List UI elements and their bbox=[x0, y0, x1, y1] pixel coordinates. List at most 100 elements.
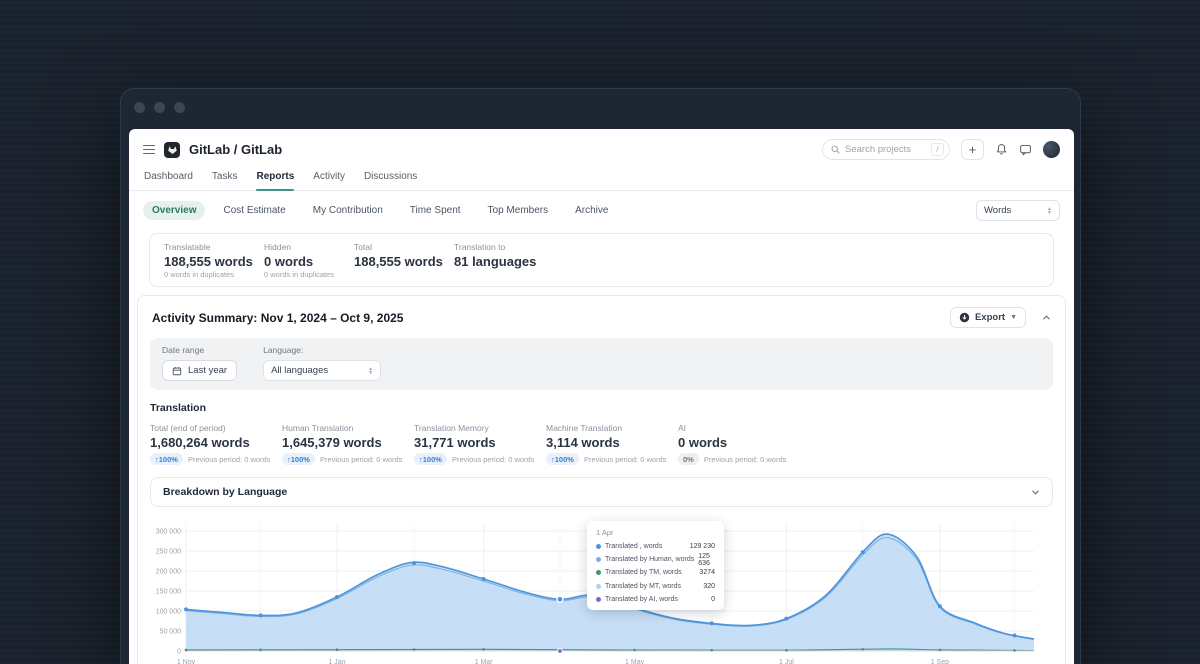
chevron-up-icon bbox=[1042, 313, 1051, 322]
search-input[interactable] bbox=[845, 144, 926, 155]
svg-text:150 000: 150 000 bbox=[156, 589, 181, 596]
activity-summary-title: Activity Summary: Nov 1, 2024 – Oct 9, 2… bbox=[152, 311, 403, 325]
nav-tab-reports[interactable]: Reports bbox=[256, 171, 294, 190]
report-tab-archive[interactable]: Archive bbox=[566, 201, 617, 220]
export-caret-icon: ▼ bbox=[1010, 314, 1017, 321]
svg-text:1 Sep: 1 Sep bbox=[931, 659, 949, 664]
export-button[interactable]: Export ▼ bbox=[950, 307, 1026, 328]
svg-text:0: 0 bbox=[177, 649, 181, 656]
export-download-icon bbox=[959, 312, 970, 323]
series-dot-icon bbox=[596, 597, 601, 602]
translation-stat-ai: AI 0 words 0% Previous period: 0 words bbox=[678, 423, 810, 465]
summary-stat-translation-to: Translation to 81 languages bbox=[454, 242, 554, 279]
activity-chart-area: 1 Nov1 Jan1 Mar1 May1 Jul1 Sep300 000250… bbox=[150, 515, 1053, 664]
svg-text:1 Jul: 1 Jul bbox=[779, 659, 794, 664]
report-tab-top-members[interactable]: Top Members bbox=[479, 201, 558, 220]
nav-tab-activity[interactable]: Activity bbox=[313, 171, 345, 190]
window-control-dot[interactable] bbox=[134, 102, 145, 113]
add-button[interactable]: + bbox=[961, 139, 984, 160]
svg-text:300 000: 300 000 bbox=[156, 529, 181, 536]
nav-tab-tasks[interactable]: Tasks bbox=[212, 171, 238, 190]
window-control-dot[interactable] bbox=[174, 102, 185, 113]
svg-text:100 000: 100 000 bbox=[156, 609, 181, 616]
project-nav-tabs: Dashboard Tasks Reports Activity Discussions bbox=[129, 164, 1074, 191]
language-label: Language: bbox=[263, 345, 381, 355]
window-control-dot[interactable] bbox=[154, 102, 165, 113]
select-caret-icon: ▲▼ bbox=[1047, 207, 1052, 215]
nav-tab-discussions[interactable]: Discussions bbox=[364, 171, 417, 190]
translation-stat-machine-translation: Machine Translation 3,114 words ↑100% Pr… bbox=[546, 423, 678, 465]
unit-select[interactable]: Words ▲▼ bbox=[976, 200, 1060, 221]
change-badge: ↑100% bbox=[414, 453, 447, 465]
change-badge: ↑100% bbox=[546, 453, 579, 465]
date-range-filter: Date range Last year bbox=[162, 345, 237, 381]
language-filter: Language: All languages ▲▼ bbox=[263, 345, 381, 381]
change-badge: 0% bbox=[678, 453, 699, 465]
svg-text:1 Jan: 1 Jan bbox=[328, 659, 345, 664]
search-icon bbox=[831, 145, 840, 154]
activity-summary-card: Activity Summary: Nov 1, 2024 – Oct 9, 2… bbox=[137, 295, 1066, 664]
notifications-button[interactable] bbox=[995, 143, 1008, 156]
report-tab-overview[interactable]: Overview bbox=[143, 201, 205, 220]
user-avatar[interactable] bbox=[1043, 141, 1060, 158]
report-tab-time-spent[interactable]: Time Spent bbox=[401, 201, 470, 220]
breakdown-by-language-toggle[interactable]: Breakdown by Language bbox=[150, 477, 1053, 507]
select-caret-icon: ▲▼ bbox=[368, 367, 373, 375]
tooltip-row: Translated by MT, words 320 bbox=[596, 580, 715, 593]
search-box[interactable]: / bbox=[822, 139, 950, 160]
date-range-value: Last year bbox=[188, 365, 227, 376]
gitlab-tanuki-icon bbox=[167, 144, 178, 155]
project-words-summary: Translatable 188,555 words 0 words in du… bbox=[149, 233, 1054, 287]
hamburger-menu-icon[interactable] bbox=[143, 145, 155, 154]
tooltip-row: Translated by Human, words 125 636 bbox=[596, 553, 715, 566]
app-header: GitLab / GitLab / + bbox=[129, 129, 1074, 164]
nav-tab-dashboard[interactable]: Dashboard bbox=[144, 171, 193, 190]
chevron-down-icon bbox=[1031, 488, 1040, 497]
series-dot-icon bbox=[596, 570, 601, 575]
window-controls bbox=[134, 102, 185, 113]
calendar-icon bbox=[172, 366, 182, 376]
report-tabs: Overview Cost Estimate My Contribution Time… bbox=[129, 191, 1074, 221]
translation-stat-total-end-of-period: Total (end of period) 1,680,264 words ↑1… bbox=[150, 423, 282, 465]
breakdown-label: Breakdown by Language bbox=[163, 486, 287, 498]
tooltip-row: Translated , words 129 230 bbox=[596, 540, 715, 553]
project-logo bbox=[164, 142, 180, 158]
chart-tooltip: 1 Apr Translated , words 129 230 Transla… bbox=[587, 521, 724, 610]
tooltip-row: Translated by TM, words 3274 bbox=[596, 566, 715, 579]
chat-icon bbox=[1019, 143, 1032, 156]
svg-text:1 Mar: 1 Mar bbox=[475, 659, 494, 664]
report-tab-my-contribution[interactable]: My Contribution bbox=[304, 201, 392, 220]
unit-select-value: Words bbox=[984, 205, 1011, 216]
date-range-label: Date range bbox=[162, 345, 237, 355]
summary-stat-total: Total 188,555 words bbox=[354, 242, 454, 279]
summary-stat-translatable: Translatable 188,555 words 0 words in du… bbox=[164, 242, 264, 279]
tooltip-date: 1 Apr bbox=[596, 528, 715, 537]
series-dot-icon bbox=[596, 544, 601, 549]
tooltip-row: Translated by AI, words 0 bbox=[596, 593, 715, 606]
svg-text:50 000: 50 000 bbox=[160, 629, 182, 636]
report-tab-cost-estimate[interactable]: Cost Estimate bbox=[214, 201, 294, 220]
date-range-button[interactable]: Last year bbox=[162, 360, 237, 381]
series-dot-icon bbox=[596, 557, 601, 562]
translation-stat-human-translation: Human Translation 1,645,379 words ↑100% … bbox=[282, 423, 414, 465]
svg-text:200 000: 200 000 bbox=[156, 569, 181, 576]
svg-text:1 May: 1 May bbox=[625, 659, 645, 664]
export-label: Export bbox=[975, 312, 1005, 323]
translation-section-label: Translation bbox=[150, 402, 1053, 414]
search-shortcut-hint: / bbox=[931, 143, 944, 156]
language-select-value: All languages bbox=[271, 365, 328, 376]
change-badge: ↑100% bbox=[150, 453, 183, 465]
app-panel: GitLab / GitLab / + bbox=[129, 129, 1074, 664]
svg-text:1 Nov: 1 Nov bbox=[177, 659, 196, 664]
change-badge: ↑100% bbox=[282, 453, 315, 465]
language-select[interactable]: All languages ▲▼ bbox=[263, 360, 381, 381]
translation-stats: Total (end of period) 1,680,264 words ↑1… bbox=[150, 423, 1053, 465]
series-dot-icon bbox=[596, 584, 601, 589]
collapse-section-button[interactable] bbox=[1042, 313, 1051, 322]
translation-stat-translation-memory: Translation Memory 31,771 words ↑100% Pr… bbox=[414, 423, 546, 465]
browser-window: GitLab / GitLab / + bbox=[120, 88, 1081, 664]
filter-bar: Date range Last year Language: bbox=[150, 338, 1053, 390]
messages-button[interactable] bbox=[1019, 143, 1032, 156]
summary-stat-hidden: Hidden 0 words 0 words in duplicates bbox=[264, 242, 354, 279]
bell-icon bbox=[995, 143, 1008, 156]
